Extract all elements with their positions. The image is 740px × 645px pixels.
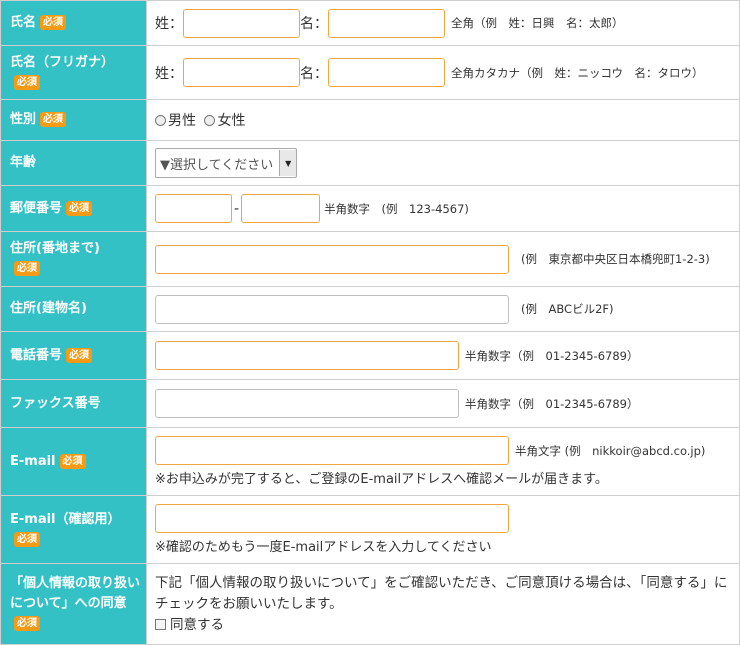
label-text: 電話番号 — [10, 347, 63, 363]
row-privacy: 「個人情報の取り扱いについて」への同意必須 下記「個人情報の取り扱いについて」を… — [0, 563, 740, 645]
kana-note: 全角カタカナ（例 姓：ニッコウ 名：タロウ） — [451, 65, 704, 80]
privacy-text: 下記「個人情報の取り扱いについて」をご確認いただき、ご同意頂ける場合は、「同意す… — [155, 574, 728, 612]
phone-note: 半角数字（例 01-2345-6789） — [465, 348, 639, 363]
last-name-prefix: 姓： — [155, 16, 183, 32]
email-confirm-help-text: ※確認のためもう一度E-mailアドレスを入力してください — [155, 540, 492, 555]
label-address: 住所(番地まで) 必須 — [0, 231, 147, 287]
male-label: 男性 — [168, 113, 196, 129]
field-phone: 半角数字（例 01-2345-6789） — [146, 331, 740, 380]
label-text: E-mail — [10, 453, 56, 469]
inquiry-form-table: 氏名 必須 姓： 名： 全角（例 姓：日興 名：太郎） 氏名（フリガナ） 必須 姓：… — [0, 0, 740, 645]
label-postal: 郵便番号 必須 — [0, 185, 147, 232]
first-name-input[interactable] — [328, 8, 445, 38]
field-postal: - 半角数字 (例 123-4567) — [146, 185, 740, 232]
label-privacy: 「個人情報の取り扱いについて」への同意必須 — [0, 563, 147, 645]
row-address: 住所(番地まで) 必須 (例 東京都中央区日本橋兜町1-2-3) — [0, 231, 740, 287]
chevron-down-icon[interactable]: ▼ — [279, 150, 297, 176]
required-badge: 必須 — [14, 261, 40, 276]
address-input[interactable] — [155, 244, 509, 274]
label-text: 氏名（フリガナ） — [10, 54, 115, 70]
male-radio[interactable] — [155, 114, 166, 126]
label-text: 氏名 — [10, 15, 37, 30]
building-input[interactable] — [155, 294, 509, 324]
label-gender: 性別 必須 — [0, 99, 147, 141]
label-text: E-mail（確認用） — [10, 511, 121, 527]
field-building: (例 ABCビル2F) — [146, 286, 740, 332]
label-text: 郵便番号 — [10, 200, 63, 216]
female-radio[interactable] — [204, 114, 216, 126]
field-privacy: 下記「個人情報の取り扱いについて」をご確認いただき、ご同意頂ける場合は、「同意す… — [146, 563, 740, 645]
row-email: E-mail 必須 半角文字 (例 nikkoir@abcd.co.jp) ※お申… — [0, 427, 740, 496]
label-kana: 氏名（フリガナ） 必須 — [0, 45, 147, 100]
email-note: 半角文字 (例 nikkoir@abcd.co.jp) — [515, 443, 706, 458]
label-text: ファックス番号 — [10, 395, 101, 411]
last-name-input[interactable] — [183, 8, 300, 38]
row-email-confirm: E-mail（確認用） 必須 ※確認のためもう一度E-mailアドレスを入力してく… — [0, 495, 740, 564]
email-input[interactable] — [155, 436, 509, 465]
phone-input[interactable] — [155, 341, 459, 370]
required-badge: 必須 — [14, 531, 40, 547]
label-text: 性別 — [10, 112, 37, 127]
agree-checkbox[interactable] — [155, 619, 166, 630]
label-email: E-mail 必須 — [0, 427, 147, 496]
required-badge: 必須 — [14, 74, 40, 90]
field-fax: 半角数字（例 01-2345-6789） — [146, 379, 740, 428]
last-kana-input[interactable] — [183, 58, 300, 87]
row-postal: 郵便番号 必須 - 半角数字 (例 123-4567) — [0, 185, 740, 232]
fax-note: 半角数字（例 01-2345-6789） — [465, 396, 639, 411]
field-kana: 姓： 名： 全角カタカナ（例 姓：ニッコウ 名：タロウ） — [146, 45, 740, 100]
required-badge: 必須 — [14, 616, 40, 631]
required-badge: 必須 — [40, 112, 67, 127]
required-badge: 必須 — [40, 15, 67, 30]
row-age: 年齢 ▼選択してください ▼ — [0, 140, 740, 186]
label-fax: ファックス番号 — [0, 379, 147, 428]
postal-code-first-input[interactable] — [155, 194, 232, 223]
field-address: (例 東京都中央区日本橋兜町1-2-3) — [146, 231, 740, 287]
row-building: 住所(建物名) (例 ABCビル2F) — [0, 286, 740, 332]
required-badge: 必須 — [66, 200, 93, 216]
first-kana-input[interactable] — [328, 58, 445, 87]
field-email-confirm: ※確認のためもう一度E-mailアドレスを入力してください — [146, 495, 740, 564]
label-text: 「個人情報の取り扱いについて」への同意 — [10, 576, 141, 611]
postal-dash: - — [234, 200, 240, 217]
building-note: (例 ABCビル2F) — [521, 302, 614, 316]
female-label: 女性 — [217, 113, 246, 129]
email-confirm-input[interactable] — [155, 504, 509, 533]
address-note: (例 東京都中央区日本橋兜町1-2-3) — [521, 252, 710, 266]
label-text: 住所(番地まで) — [10, 241, 100, 256]
last-kana-prefix: 姓： — [155, 65, 183, 82]
label-name: 氏名 必須 — [0, 0, 147, 46]
postal-note: 半角数字 (例 123-4567) — [324, 201, 469, 216]
first-name-prefix: 名： — [300, 16, 328, 32]
fax-input[interactable] — [155, 389, 459, 418]
row-phone: 電話番号 必須 半角数字（例 01-2345-6789） — [0, 331, 740, 380]
field-name: 姓： 名： 全角（例 姓：日興 名：太郎） — [146, 0, 740, 46]
field-email: 半角文字 (例 nikkoir@abcd.co.jp) ※お申込みが完了すると、… — [146, 427, 740, 496]
age-select-value: ▼選択してください — [160, 157, 274, 173]
label-phone: 電話番号 必須 — [0, 331, 147, 380]
label-building: 住所(建物名) — [0, 286, 147, 332]
required-badge: 必須 — [66, 347, 93, 363]
required-badge: 必須 — [59, 453, 86, 469]
postal-code-second-input[interactable] — [241, 194, 321, 223]
name-note: 全角（例 姓：日興 名：太郎） — [451, 16, 624, 30]
field-gender: 男性 女性 — [146, 99, 740, 141]
row-name: 氏名 必須 姓： 名： 全角（例 姓：日興 名：太郎） — [0, 0, 740, 46]
first-kana-prefix: 名： — [300, 65, 328, 82]
agree-label: 同意する — [170, 616, 224, 633]
row-gender: 性別 必須 男性 女性 — [0, 99, 740, 141]
label-email-confirm: E-mail（確認用） 必須 — [0, 495, 147, 564]
field-age: ▼選択してください ▼ — [146, 140, 740, 186]
label-text: 年齢 — [10, 155, 37, 170]
label-age: 年齢 — [0, 140, 147, 186]
label-text: 住所(建物名) — [10, 301, 87, 316]
row-fax: ファックス番号 半角数字（例 01-2345-6789） — [0, 379, 740, 428]
age-select[interactable]: ▼選択してください ▼ — [155, 148, 298, 178]
email-help-text: ※お申込みが完了すると、ご登録のE-mailアドレスへ確認メールが届きます。 — [155, 472, 608, 487]
row-kana: 氏名（フリガナ） 必須 姓： 名： 全角カタカナ（例 姓：ニッコウ 名：タロウ） — [0, 45, 740, 100]
